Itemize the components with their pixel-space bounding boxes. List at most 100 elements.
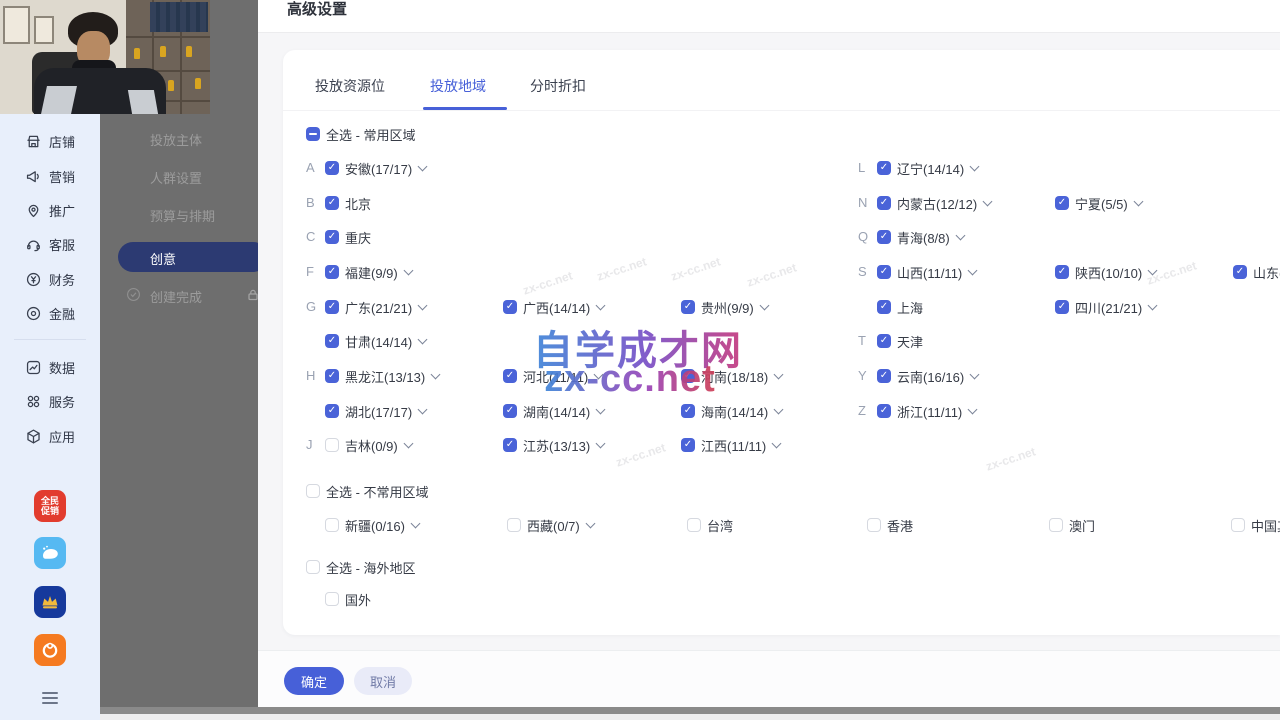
region-checkbox[interactable]: ✓ (681, 438, 695, 452)
confirm-button[interactable]: 确定 (284, 667, 344, 695)
region-item[interactable]: 国外 (325, 589, 371, 609)
orange-app[interactable] (34, 634, 66, 666)
region-item[interactable]: ✓广西(14/14) (503, 297, 604, 317)
chevron-down-icon[interactable] (983, 196, 993, 206)
region-checkbox[interactable] (1049, 518, 1063, 532)
region-checkbox[interactable] (325, 438, 339, 452)
region-checkbox[interactable]: ✓ (325, 334, 339, 348)
region-item[interactable]: ✓福建(9/9) (325, 262, 412, 282)
region-checkbox[interactable]: ✓ (681, 369, 695, 383)
region-item[interactable]: ✓山东(1 (1233, 262, 1280, 282)
region-item[interactable]: ✓河北(11/11) (503, 366, 602, 386)
region-item[interactable]: 香港 (867, 515, 913, 535)
chevron-down-icon[interactable] (594, 369, 604, 379)
wizard-step[interactable]: 人群设置 (150, 168, 202, 184)
chevron-down-icon[interactable] (418, 404, 428, 414)
region-checkbox[interactable]: ✓ (877, 334, 891, 348)
region-checkbox[interactable]: ✓ (325, 404, 339, 418)
region-item[interactable]: ✓海南(14/14) (681, 401, 782, 421)
region-checkbox[interactable] (507, 518, 521, 532)
region-item[interactable]: ✓四川(21/21) (1055, 297, 1156, 317)
region-checkbox[interactable]: ✓ (1233, 265, 1247, 279)
region-checkbox[interactable]: ✓ (503, 300, 517, 314)
region-checkbox[interactable]: ✓ (503, 438, 517, 452)
region-checkbox[interactable]: ✓ (877, 265, 891, 279)
region-checkbox[interactable]: ✓ (877, 404, 891, 418)
region-item[interactable]: ✓北京 (325, 193, 371, 213)
chevron-down-icon[interactable] (585, 518, 595, 528)
region-item[interactable]: ✓江西(11/11) (681, 435, 780, 455)
chevron-down-icon[interactable] (772, 438, 782, 448)
chevron-down-icon[interactable] (1148, 300, 1158, 310)
wizard-step[interactable]: 投放主体 (150, 130, 202, 146)
region-checkbox[interactable]: ✓ (503, 404, 517, 418)
region-item[interactable]: ✓山西(11/11) (877, 262, 976, 282)
sidebar-item-推广[interactable]: 推广 (0, 200, 100, 220)
region-item[interactable]: 中国其 (1231, 515, 1280, 535)
region-checkbox[interactable]: ✓ (1055, 300, 1069, 314)
chevron-down-icon[interactable] (968, 265, 978, 275)
region-item[interactable]: ✓湖南(14/14) (503, 401, 604, 421)
hamburger-menu-icon[interactable] (42, 689, 58, 707)
chevron-down-icon[interactable] (596, 300, 606, 310)
region-checkbox[interactable]: ✓ (681, 300, 695, 314)
region-checkbox[interactable]: ✓ (325, 369, 339, 383)
chevron-down-icon[interactable] (418, 161, 428, 171)
region-item[interactable]: 新疆(0/16) (325, 515, 419, 535)
chevron-down-icon[interactable] (403, 438, 413, 448)
region-checkbox[interactable]: ✓ (325, 196, 339, 210)
region-item[interactable]: ✓甘肃(14/14) (325, 331, 426, 351)
select-all-row[interactable]: 全选 - 海外地区 (306, 557, 416, 577)
chevron-down-icon[interactable] (418, 300, 428, 310)
cancel-button[interactable]: 取消 (354, 667, 412, 695)
region-item[interactable]: ✓贵州(9/9) (681, 297, 768, 317)
region-checkbox[interactable]: ✓ (503, 369, 517, 383)
chevron-down-icon[interactable] (596, 438, 606, 448)
region-checkbox[interactable] (867, 518, 881, 532)
chevron-down-icon[interactable] (968, 404, 978, 414)
chevron-down-icon[interactable] (418, 334, 428, 344)
region-item[interactable]: 台湾 (687, 515, 733, 535)
region-item[interactable]: ✓黑龙江(13/13) (325, 366, 439, 386)
region-checkbox[interactable] (325, 592, 339, 606)
sidebar-item-客服[interactable]: 客服 (0, 234, 100, 254)
region-checkbox[interactable]: ✓ (1055, 265, 1069, 279)
region-checkbox[interactable] (306, 484, 320, 498)
region-item[interactable]: ✓广东(21/21) (325, 297, 426, 317)
region-checkbox[interactable]: ✓ (1055, 196, 1069, 210)
region-checkbox[interactable] (325, 518, 339, 532)
sidebar-item-营销[interactable]: 营销 (0, 166, 100, 186)
region-checkbox[interactable]: ✓ (681, 404, 695, 418)
chevron-down-icon[interactable] (403, 265, 413, 275)
chevron-down-icon[interactable] (1133, 196, 1143, 206)
region-checkbox[interactable]: ✓ (325, 230, 339, 244)
chevron-down-icon[interactable] (411, 518, 421, 528)
wizard-step[interactable]: 创建完成 (150, 287, 202, 303)
region-item[interactable]: ✓重庆 (325, 227, 371, 247)
wizard-step[interactable]: 预算与排期 (150, 206, 215, 222)
crown-app[interactable] (34, 586, 66, 618)
region-item[interactable]: 西藏(0/7) (507, 515, 594, 535)
chevron-down-icon[interactable] (955, 230, 965, 240)
chevron-down-icon[interactable] (774, 369, 784, 379)
region-checkbox[interactable] (306, 127, 320, 141)
chevron-down-icon[interactable] (970, 161, 980, 171)
chevron-down-icon[interactable] (1148, 265, 1158, 275)
region-item[interactable]: ✓青海(8/8) (877, 227, 964, 247)
region-item[interactable]: ✓上海 (877, 297, 923, 317)
chevron-down-icon[interactable] (596, 404, 606, 414)
sidebar-item-金融[interactable]: 金融 (0, 303, 100, 323)
region-checkbox[interactable] (687, 518, 701, 532)
region-checkbox[interactable]: ✓ (877, 369, 891, 383)
chevron-down-icon[interactable] (774, 404, 784, 414)
region-item[interactable]: 澳门 (1049, 515, 1095, 535)
sidebar-item-店铺[interactable]: 店铺 (0, 131, 100, 151)
region-checkbox[interactable]: ✓ (325, 300, 339, 314)
chevron-down-icon[interactable] (759, 300, 769, 310)
quanmin-cuxiao-app[interactable]: 全民促销 (34, 490, 66, 522)
region-item[interactable]: ✓湖北(17/17) (325, 401, 426, 421)
select-all-row[interactable]: 全选 - 不常用区域 (306, 481, 429, 501)
region-checkbox[interactable] (1231, 518, 1245, 532)
region-checkbox[interactable]: ✓ (877, 161, 891, 175)
region-item[interactable]: ✓陕西(10/10) (1055, 262, 1156, 282)
